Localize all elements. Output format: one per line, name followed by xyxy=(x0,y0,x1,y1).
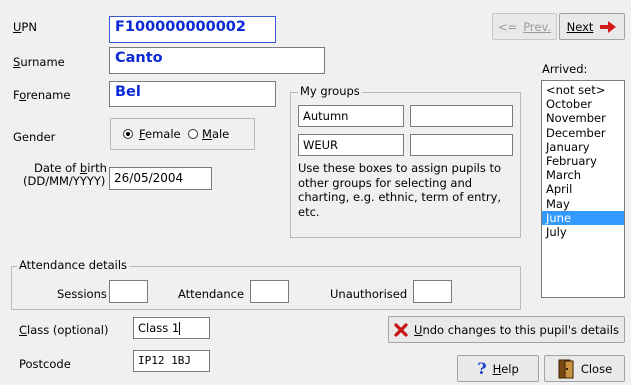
help-button[interactable]: ? Help xyxy=(457,355,539,382)
next-button-label: Next xyxy=(566,19,594,34)
surname-field[interactable]: Canto xyxy=(109,47,325,74)
arrived-option[interactable]: July xyxy=(542,225,624,239)
postcode-label: Postcode xyxy=(19,357,71,371)
attendance-field[interactable] xyxy=(250,280,289,303)
unauthorised-field[interactable] xyxy=(413,280,452,303)
upn-label: UPN xyxy=(13,20,37,34)
arrived-option-selected[interactable]: June xyxy=(542,210,624,225)
arrived-option[interactable]: November xyxy=(542,111,624,125)
arrow-right-icon xyxy=(600,20,617,33)
my-groups-title: My groups xyxy=(298,84,362,98)
unauthorised-label: Unauthorised xyxy=(330,287,408,301)
postcode-field[interactable]: IP12 1BJ xyxy=(133,350,210,372)
arrow-left-icon: <= xyxy=(497,19,518,34)
arrived-option[interactable]: <not set> xyxy=(542,83,624,97)
arrived-option[interactable]: April xyxy=(542,182,624,196)
arrived-option[interactable]: February xyxy=(542,154,624,168)
door-exit-icon xyxy=(558,359,574,378)
dob-label-2: (DD/MM/YYYY) xyxy=(23,174,106,188)
attendance-label: Attendance xyxy=(178,287,245,301)
group-field-3[interactable]: WEUR xyxy=(298,134,404,156)
my-groups-help-text: Use these boxes to assign pupils to othe… xyxy=(298,161,502,219)
help-button-label: Help xyxy=(492,361,519,376)
question-mark-icon: ? xyxy=(477,359,487,378)
attendance-title: Attendance details xyxy=(17,258,130,272)
arrived-option[interactable]: May xyxy=(542,197,624,211)
group-field-4[interactable] xyxy=(410,134,513,156)
group-field-2[interactable] xyxy=(410,105,513,127)
group-field-1[interactable]: Autumn xyxy=(298,105,404,127)
prev-button[interactable]: <= Prev. xyxy=(492,13,557,40)
undo-button[interactable]: Undo changes to this pupil's details xyxy=(388,316,625,343)
gender-female-label: Female xyxy=(139,127,181,141)
red-x-icon xyxy=(394,322,408,337)
sessions-label: Sessions xyxy=(57,287,107,301)
class-value: Class 1 xyxy=(138,321,180,335)
radio-selected-icon xyxy=(123,129,133,139)
close-button[interactable]: Close xyxy=(544,355,625,382)
close-button-label: Close xyxy=(580,361,613,376)
gender-radio-male[interactable]: Male xyxy=(188,127,229,141)
forename-field[interactable]: Bel xyxy=(109,81,276,107)
dob-label-1: Date of birth xyxy=(34,161,107,175)
text-cursor xyxy=(179,322,181,335)
surname-label: Surname xyxy=(13,55,65,69)
prev-button-label: Prev. xyxy=(523,19,552,34)
undo-button-label: Undo changes to this pupil's details xyxy=(414,322,619,337)
arrived-listbox[interactable]: <not set> October November December Janu… xyxy=(541,80,625,298)
gender-label: Gender xyxy=(13,130,56,144)
arrived-label: Arrived: xyxy=(542,62,588,76)
upn-field[interactable]: F100000000002 xyxy=(109,16,276,43)
arrived-option[interactable]: January xyxy=(542,140,624,154)
class-field[interactable]: Class 1 xyxy=(133,317,210,339)
next-button[interactable]: Next xyxy=(559,13,625,40)
dob-field[interactable]: 26/05/2004 xyxy=(109,167,212,190)
arrived-option[interactable]: October xyxy=(542,97,624,111)
radio-unselected-icon xyxy=(188,129,198,139)
class-label: Class (optional) xyxy=(19,323,109,337)
arrived-option[interactable]: March xyxy=(542,168,624,182)
gender-radio-female[interactable]: Female xyxy=(123,127,181,141)
forename-label: Forename xyxy=(13,88,71,102)
gender-male-label: Male xyxy=(202,127,230,141)
sessions-field[interactable] xyxy=(109,280,148,303)
arrived-option[interactable]: December xyxy=(542,126,624,140)
